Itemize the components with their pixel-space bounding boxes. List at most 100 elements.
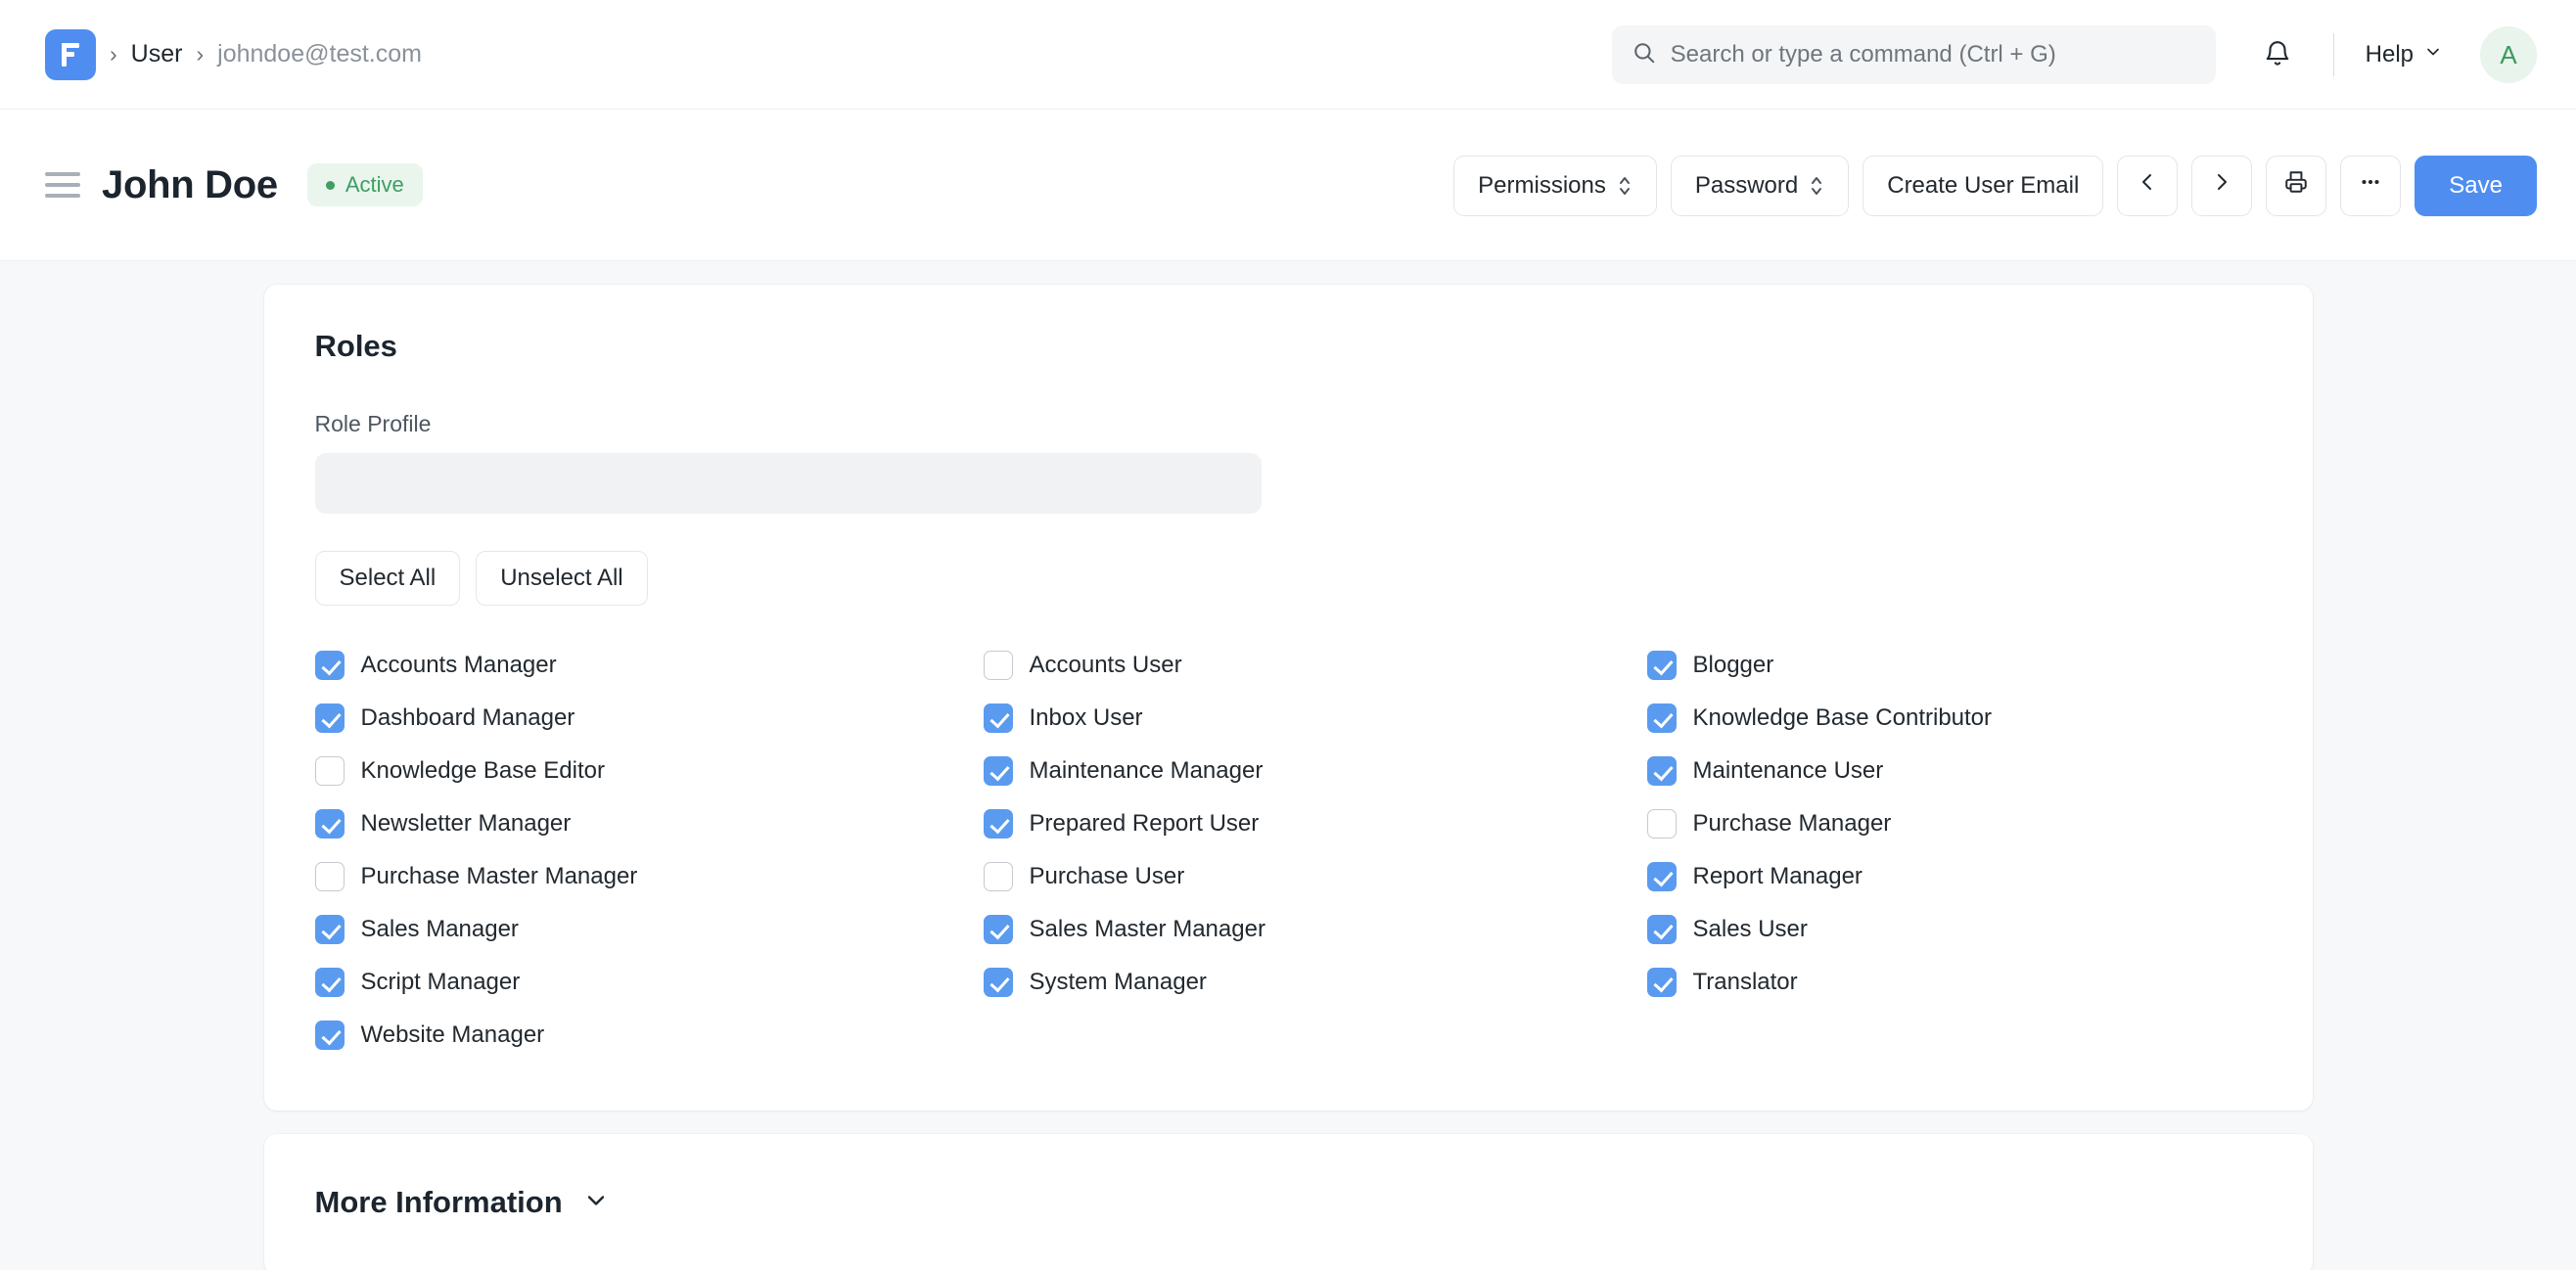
- avatar-initial: A: [2500, 39, 2517, 69]
- role-label: Website Manager: [360, 1021, 545, 1048]
- page-title: John Doe: [102, 162, 278, 206]
- role-checkbox-row[interactable]: Purchase Master Manager: [314, 850, 984, 903]
- checkbox-unchecked-icon[interactable]: [983, 651, 1013, 680]
- checkbox-checked-icon[interactable]: [314, 703, 345, 733]
- role-checkbox-row[interactable]: Purchase User: [983, 850, 1647, 903]
- up-down-arrows-icon: [1617, 173, 1633, 199]
- role-profile-label: Role Profile: [314, 411, 432, 436]
- status-badge: Active: [306, 163, 423, 206]
- app-root: › User › johndoe@test.com Search or type…: [0, 0, 2576, 1270]
- password-button[interactable]: Password: [1670, 155, 1850, 216]
- role-label: Knowledge Base Editor: [360, 757, 606, 784]
- roles-card-body: Roles Role Profile Select All Unselect A…: [264, 285, 2313, 1111]
- checkbox-checked-icon[interactable]: [983, 968, 1013, 997]
- role-checkbox-row[interactable]: Dashboard Manager: [314, 692, 984, 745]
- checkbox-checked-icon[interactable]: [983, 703, 1013, 733]
- checkbox-checked-icon[interactable]: [1646, 968, 1677, 997]
- role-checkbox-row[interactable]: Accounts Manager: [314, 639, 984, 692]
- role-checkbox-row[interactable]: Inbox User: [983, 692, 1647, 745]
- role-checkbox-row[interactable]: Sales User: [1646, 903, 2262, 956]
- checkbox-checked-icon[interactable]: [314, 915, 345, 944]
- help-label: Help: [2365, 41, 2414, 68]
- checkbox-checked-icon[interactable]: [314, 1021, 345, 1050]
- role-label: Knowledge Base Contributor: [1692, 704, 1993, 731]
- checkbox-checked-icon[interactable]: [983, 915, 1013, 944]
- checkbox-checked-icon[interactable]: [314, 809, 345, 839]
- roles-card: Roles Role Profile Select All Unselect A…: [263, 285, 2313, 1111]
- checkbox-checked-icon[interactable]: [1646, 862, 1677, 891]
- checkbox-checked-icon[interactable]: [983, 756, 1013, 786]
- role-label: Purchase Manager: [1692, 810, 1892, 837]
- breadcrumb-separator-2: ›: [196, 41, 205, 67]
- up-down-arrows-icon: [1809, 173, 1824, 199]
- hamburger-line: [45, 172, 80, 176]
- breadcrumb-user-link[interactable]: User: [131, 40, 183, 68]
- role-label: Sales Manager: [360, 916, 519, 942]
- roles-section-title: Roles: [314, 329, 397, 363]
- permissions-label: Permissions: [1478, 171, 1606, 199]
- role-checkbox-row[interactable]: System Manager: [983, 956, 1647, 1009]
- search-icon: [1632, 40, 1657, 70]
- roles-column-2: Accounts User Inbox User Maintenance Manag…: [983, 639, 1647, 1062]
- checkbox-unchecked-icon[interactable]: [983, 862, 1013, 891]
- checkbox-checked-icon[interactable]: [314, 651, 345, 680]
- save-button[interactable]: Save: [2415, 155, 2537, 216]
- create-user-email-label: Create User Email: [1887, 171, 2080, 199]
- role-profile-input[interactable]: [314, 453, 1262, 514]
- select-all-button[interactable]: Select All: [314, 551, 461, 606]
- role-label: Accounts User: [1029, 652, 1182, 678]
- checkbox-checked-icon[interactable]: [983, 809, 1013, 839]
- ellipsis-icon: [2358, 169, 2383, 202]
- password-label: Password: [1694, 171, 1799, 199]
- role-checkbox-row[interactable]: Sales Manager: [314, 903, 984, 956]
- role-checkbox-row[interactable]: Maintenance Manager: [983, 745, 1647, 797]
- role-checkbox-row[interactable]: Purchase Manager: [1646, 797, 2262, 850]
- hamburger-icon[interactable]: [45, 172, 80, 198]
- chevron-right-icon: [2210, 170, 2233, 201]
- bell-icon: [2263, 39, 2292, 71]
- role-label: Accounts Manager: [360, 652, 557, 678]
- help-menu-button[interactable]: Help: [2360, 33, 2449, 76]
- status-badge-label: Active: [345, 172, 404, 197]
- create-user-email-button[interactable]: Create User Email: [1863, 155, 2104, 216]
- role-checkbox-row[interactable]: Prepared Report User: [983, 797, 1647, 850]
- notifications-button[interactable]: [2247, 24, 2308, 85]
- checkbox-unchecked-icon[interactable]: [1646, 809, 1677, 839]
- role-checkbox-row[interactable]: Accounts User: [983, 639, 1647, 692]
- unselect-all-button[interactable]: Unselect All: [476, 551, 648, 606]
- frappe-logo-icon[interactable]: [45, 28, 96, 80]
- print-button[interactable]: [2266, 155, 2327, 216]
- page-header-left: John Doe Active: [0, 163, 423, 207]
- more-actions-button[interactable]: [2340, 155, 2402, 216]
- chevron-left-icon: [2136, 170, 2159, 201]
- avatar[interactable]: A: [2480, 26, 2537, 83]
- role-label: Script Manager: [360, 969, 521, 995]
- role-checkbox-row[interactable]: Knowledge Base Contributor: [1646, 692, 2262, 745]
- checkbox-checked-icon[interactable]: [1646, 915, 1677, 944]
- checkbox-unchecked-icon[interactable]: [314, 862, 345, 891]
- role-label: Blogger: [1692, 652, 1774, 678]
- role-checkbox-row[interactable]: Script Manager: [314, 956, 984, 1009]
- role-checkbox-row[interactable]: Newsletter Manager: [314, 797, 984, 850]
- role-checkbox-row[interactable]: Sales Master Manager: [983, 903, 1647, 956]
- permissions-button[interactable]: Permissions: [1453, 155, 1657, 216]
- role-checkbox-row[interactable]: Knowledge Base Editor: [314, 745, 984, 797]
- more-information-toggle[interactable]: More Information: [264, 1134, 2313, 1270]
- chevron-down-icon: [582, 1187, 610, 1219]
- checkbox-checked-icon[interactable]: [1646, 703, 1677, 733]
- role-checkbox-row[interactable]: Maintenance User: [1646, 745, 2262, 797]
- role-checkbox-row[interactable]: Website Manager: [314, 1009, 984, 1062]
- role-checkbox-row[interactable]: Translator: [1646, 956, 2262, 1009]
- search-container[interactable]: [1611, 25, 2216, 84]
- role-checkbox-row[interactable]: Report Manager: [1646, 850, 2262, 903]
- hamburger-line: [45, 194, 80, 198]
- page-header-actions: Permissions Password Create User Email S…: [1453, 110, 2537, 261]
- previous-document-button[interactable]: [2117, 155, 2179, 216]
- search-input[interactable]: [1670, 41, 2196, 68]
- checkbox-checked-icon[interactable]: [1646, 651, 1677, 680]
- next-document-button[interactable]: [2191, 155, 2253, 216]
- checkbox-checked-icon[interactable]: [1646, 756, 1677, 786]
- checkbox-checked-icon[interactable]: [314, 968, 345, 997]
- role-checkbox-row[interactable]: Blogger: [1646, 639, 2262, 692]
- checkbox-unchecked-icon[interactable]: [314, 756, 345, 786]
